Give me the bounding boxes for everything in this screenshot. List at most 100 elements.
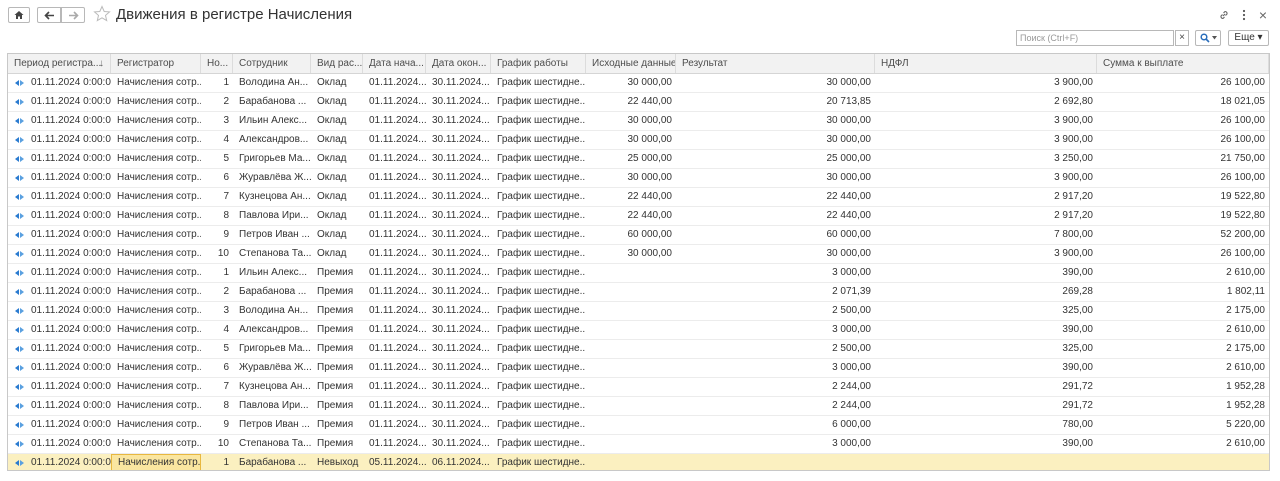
col-registrar-cell[interactable]: Начисления сотр... [111,150,201,168]
col-end-date-cell[interactable]: 30.11.2024... [426,378,491,396]
col-source-data-header[interactable]: Исходные данные [586,54,676,73]
col-amount-payable-cell[interactable]: 19 522,80 [1097,188,1269,206]
col-amount-payable-cell[interactable] [1097,454,1269,470]
col-source-data-cell[interactable]: 30 000,00 [586,131,676,149]
table-row[interactable]: 01.11.2024 0:00:00 Начисления сотр... 5 Гри… [8,340,1269,359]
col-start-date-cell[interactable]: 05.11.2024... [363,454,426,470]
col-line-number-cell[interactable]: 8 [201,397,233,415]
col-employee-cell[interactable]: Журавлёва Ж... [233,359,311,377]
col-amount-payable-cell[interactable]: 26 100,00 [1097,169,1269,187]
col-start-date-cell[interactable]: 01.11.2024... [363,264,426,282]
col-registrar-cell[interactable]: Начисления сотр... [111,340,201,358]
col-result-cell[interactable]: 30 000,00 [676,169,875,187]
col-accrual-type-cell[interactable]: Оклад [311,74,363,92]
col-start-date-cell[interactable]: 01.11.2024... [363,150,426,168]
col-work-schedule-cell[interactable]: График шестидне... [491,74,586,92]
link-button[interactable] [1217,8,1231,22]
col-line-number-cell[interactable]: 6 [201,169,233,187]
col-employee-cell[interactable]: Павлова Ири... [233,397,311,415]
col-period-cell[interactable]: 01.11.2024 0:00:00 [25,93,111,111]
col-result-cell[interactable]: 22 440,00 [676,188,875,206]
col-result-cell[interactable]: 3 000,00 [676,435,875,453]
col-start-date-cell[interactable]: 01.11.2024... [363,245,426,263]
table-row[interactable]: 01.11.2024 0:00:00 Начисления сотр... 9 Пет… [8,416,1269,435]
col-registrar-cell[interactable]: Начисления сотр... [111,188,201,206]
col-amount-payable-cell[interactable]: 52 200,00 [1097,226,1269,244]
col-end-date-cell[interactable]: 30.11.2024... [426,321,491,339]
col-amount-payable-cell[interactable]: 1 952,28 [1097,397,1269,415]
col-source-data-cell[interactable]: 60 000,00 [586,226,676,244]
col-accrual-type-cell[interactable]: Оклад [311,93,363,111]
col-registrar-cell[interactable]: Начисления сотр... [111,245,201,263]
col-end-date-cell[interactable]: 30.11.2024... [426,435,491,453]
col-period-cell[interactable]: 01.11.2024 0:00:00 [25,454,111,470]
table-row[interactable]: 01.11.2024 0:00:00 Начисления сотр... 1 Бар… [8,454,1269,470]
col-result-cell[interactable]: 3 000,00 [676,359,875,377]
col-work-schedule-header[interactable]: График работы [491,54,586,73]
col-accrual-type-cell[interactable]: Премия [311,359,363,377]
col-amount-payable-cell[interactable]: 1 952,28 [1097,378,1269,396]
col-amount-payable-cell[interactable]: 2 610,00 [1097,321,1269,339]
col-ndfl-header[interactable]: НДФЛ [875,54,1097,73]
col-start-date-cell[interactable]: 01.11.2024... [363,74,426,92]
table-row[interactable]: 01.11.2024 0:00:00 Начисления сотр... 3 Иль… [8,112,1269,131]
col-source-data-cell[interactable] [586,359,676,377]
col-result-cell[interactable]: 30 000,00 [676,74,875,92]
col-registrar-cell[interactable]: Начисления сотр... [111,416,201,434]
col-period-cell[interactable]: 01.11.2024 0:00:00 [25,378,111,396]
col-end-date-cell[interactable]: 30.11.2024... [426,150,491,168]
col-period-cell[interactable]: 01.11.2024 0:00:00 [25,245,111,263]
col-period-cell[interactable]: 01.11.2024 0:00:00 [25,207,111,225]
home-button[interactable] [8,7,30,23]
col-line-number-cell[interactable]: 2 [201,93,233,111]
col-employee-cell[interactable]: Павлова Ири... [233,207,311,225]
table-row[interactable]: 01.11.2024 0:00:00 Начисления сотр... 1 Иль… [8,264,1269,283]
col-work-schedule-cell[interactable]: График шестидне... [491,397,586,415]
table-row[interactable]: 01.11.2024 0:00:00 Начисления сотр... 10 Ст… [8,245,1269,264]
col-amount-payable-cell[interactable]: 19 522,80 [1097,207,1269,225]
col-employee-cell[interactable]: Кузнецова Ан... [233,378,311,396]
col-source-data-cell[interactable]: 30 000,00 [586,169,676,187]
table-row[interactable]: 01.11.2024 0:00:00 Начисления сотр... 8 Пав… [8,397,1269,416]
col-accrual-type-cell[interactable]: Премия [311,435,363,453]
col-employee-cell[interactable]: Григорьев Ма... [233,340,311,358]
col-end-date-cell[interactable]: 30.11.2024... [426,207,491,225]
col-source-data-cell[interactable] [586,397,676,415]
col-ndfl-cell[interactable]: 390,00 [875,321,1097,339]
col-work-schedule-cell[interactable]: График шестидне... [491,416,586,434]
col-amount-payable-cell[interactable]: 2 610,00 [1097,435,1269,453]
col-source-data-cell[interactable]: 25 000,00 [586,150,676,168]
col-period-cell[interactable]: 01.11.2024 0:00:00 [25,340,111,358]
col-ndfl-cell[interactable] [875,454,1097,470]
col-end-date-cell[interactable]: 30.11.2024... [426,74,491,92]
col-work-schedule-cell[interactable]: График шестидне... [491,93,586,111]
col-amount-payable-cell[interactable]: 2 610,00 [1097,359,1269,377]
col-result-cell[interactable]: 6 000,00 [676,416,875,434]
col-amount-payable-cell[interactable]: 1 802,11 [1097,283,1269,301]
col-line-number-cell[interactable]: 1 [201,454,233,470]
col-source-data-cell[interactable]: 22 440,00 [586,207,676,225]
col-accrual-type-cell[interactable]: Оклад [311,131,363,149]
col-end-date-cell[interactable]: 06.11.2024... [426,454,491,470]
col-line-number-cell[interactable]: 5 [201,150,233,168]
col-amount-payable-cell[interactable]: 26 100,00 [1097,74,1269,92]
col-start-date-cell[interactable]: 01.11.2024... [363,112,426,130]
col-period-cell[interactable]: 01.11.2024 0:00:00 [25,264,111,282]
col-start-date-cell[interactable]: 01.11.2024... [363,226,426,244]
col-end-date-cell[interactable]: 30.11.2024... [426,188,491,206]
table-row[interactable]: 01.11.2024 0:00:00 Начисления сотр... 7 Куз… [8,188,1269,207]
col-employee-cell[interactable]: Журавлёва Ж... [233,169,311,187]
col-employee-cell[interactable]: Григорьев Ма... [233,150,311,168]
col-employee-cell[interactable]: Ильин Алекс... [233,112,311,130]
col-result-cell[interactable]: 30 000,00 [676,112,875,130]
col-accrual-type-cell[interactable]: Оклад [311,150,363,168]
register-table[interactable]: Период регистра... ↓ Регистратор Но... Сотру… [7,53,1270,471]
col-work-schedule-cell[interactable]: График шестидне... [491,188,586,206]
col-start-date-cell[interactable]: 01.11.2024... [363,169,426,187]
clear-search-button[interactable]: × [1175,30,1189,46]
col-registrar-cell[interactable]: Начисления сотр... [111,321,201,339]
col-period-header[interactable]: Период регистра... ↓ [8,54,111,73]
col-start-date-cell[interactable]: 01.11.2024... [363,131,426,149]
col-line-number-cell[interactable]: 7 [201,188,233,206]
col-ndfl-cell[interactable]: 2 917,20 [875,188,1097,206]
